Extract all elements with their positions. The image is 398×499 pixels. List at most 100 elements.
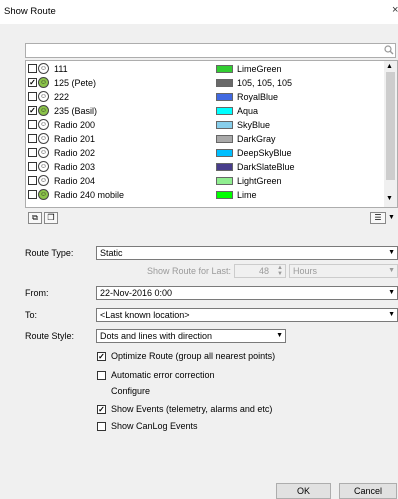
color-swatch[interactable] — [216, 191, 233, 199]
title-bar — [0, 0, 398, 24]
runner-icon: ☺ — [38, 175, 49, 186]
color-name: DarkSlateBlue — [237, 162, 295, 172]
list-item[interactable]: ☺ Radio 200 SkyBlue — [26, 119, 386, 131]
runner-icon: ☺ — [38, 189, 49, 200]
list-item[interactable]: ☺ Radio 204 LightGreen — [26, 175, 386, 187]
ok-button[interactable]: OK — [276, 483, 331, 499]
configure-link[interactable]: Configure — [111, 386, 150, 396]
route-name: Radio 203 — [54, 162, 96, 172]
route-checkbox[interactable] — [28, 92, 37, 101]
route-name: Radio 200 — [54, 120, 96, 130]
color-swatch[interactable] — [216, 121, 233, 129]
route-checkbox[interactable] — [28, 148, 37, 157]
list-menu-icon[interactable]: ☰ — [370, 212, 386, 224]
list-item[interactable]: ☺ Radio 203 DarkSlateBlue — [26, 161, 386, 173]
to-label: To: — [25, 310, 38, 320]
route-checkbox[interactable]: ✓ — [28, 106, 37, 115]
color-swatch[interactable] — [216, 149, 233, 157]
show-route-unit-value: Hours — [293, 266, 318, 276]
route-checkbox[interactable] — [28, 134, 37, 143]
color-name: DeepSkyBlue — [237, 148, 292, 158]
runner-icon: ☺ — [38, 161, 49, 172]
list-item[interactable]: ☺ Radio 240 mobile Lime — [26, 189, 386, 201]
route-name: Radio 204 — [54, 176, 96, 186]
route-checkbox[interactable] — [28, 190, 37, 199]
list-menu-dropdown-icon[interactable]: ▼ — [388, 214, 395, 221]
window-title: Show Route — [4, 6, 56, 17]
route-style-label: Route Style: — [25, 331, 75, 341]
runner-icon: ☺ — [38, 91, 49, 102]
route-name: 222 — [54, 92, 70, 102]
show-route-for-value: 48 — [258, 266, 269, 276]
show-route-for-spinner[interactable]: 48 ▲ ▼ — [234, 264, 286, 278]
scroll-up-icon[interactable]: ▲ — [386, 63, 393, 70]
optimize-route-label: Optimize Route (group all nearest points… — [111, 351, 276, 361]
runner-icon: ☺ — [38, 147, 49, 158]
scroll-down-icon[interactable]: ▼ — [386, 195, 393, 202]
chevron-down-icon: ▼ — [388, 267, 395, 274]
route-name: Radio 201 — [54, 134, 96, 144]
runner-icon: ☺ — [38, 105, 49, 116]
list-item[interactable]: ✓ ☺ 125 (Pete) 105, 105, 105 — [26, 77, 386, 89]
color-swatch[interactable] — [216, 163, 233, 171]
route-style-select[interactable]: Dots and lines with direction ▼ — [96, 329, 286, 343]
color-swatch[interactable] — [216, 79, 233, 87]
chevron-down-icon: ▼ — [388, 311, 395, 318]
color-name: LimeGreen — [237, 64, 282, 74]
list-item[interactable]: ☺ Radio 202 DeepSkyBlue — [26, 147, 386, 159]
route-checkbox[interactable] — [28, 176, 37, 185]
route-name: 111 — [54, 64, 68, 74]
close-icon[interactable]: × — [392, 4, 398, 16]
show-canlog-checkbox[interactable] — [97, 422, 106, 431]
to-date-field[interactable]: <Last known location> ▼ — [96, 308, 398, 322]
runner-icon: ☺ — [38, 63, 49, 74]
color-name: RoyalBlue — [237, 92, 279, 102]
route-name: Radio 240 mobile — [54, 190, 125, 200]
runner-icon: ☺ — [38, 119, 49, 130]
list-item[interactable]: ✓ ☺ 235 (Basil) Aqua — [26, 105, 386, 117]
auto-error-checkbox[interactable] — [97, 371, 106, 380]
chevron-down-icon: ▼ — [388, 289, 395, 296]
route-checkbox[interactable] — [28, 64, 37, 73]
route-name: 235 (Basil) — [54, 106, 98, 116]
route-name: 125 (Pete) — [54, 78, 97, 88]
search-input[interactable] — [25, 43, 396, 58]
route-list[interactable]: ☺ 111 LimeGreen ✓ ☺ 125 (Pete) 105, 105, 105 ☺ 2… — [25, 60, 398, 208]
list-item[interactable]: ☺ Radio 201 DarkGray — [26, 133, 386, 145]
route-checkbox[interactable] — [28, 120, 37, 129]
from-label: From: — [25, 288, 49, 298]
cancel-button[interactable]: Cancel — [339, 483, 397, 499]
color-swatch[interactable] — [216, 135, 233, 143]
color-swatch[interactable] — [216, 107, 233, 115]
auto-error-label: Automatic error correction — [111, 370, 215, 380]
from-value: 22-Nov-2016 0:00 — [100, 288, 173, 298]
route-checkbox[interactable] — [28, 162, 37, 171]
color-swatch[interactable] — [216, 65, 233, 73]
route-type-select[interactable]: Static ▼ — [96, 246, 398, 260]
scroll-thumb[interactable] — [386, 72, 395, 180]
color-swatch[interactable] — [216, 93, 233, 101]
show-events-checkbox[interactable]: ✓ — [97, 405, 106, 414]
search-icon[interactable] — [384, 45, 394, 55]
color-name: Lime — [237, 190, 257, 200]
show-canlog-label: Show CanLog Events — [111, 421, 198, 431]
list-item[interactable]: ☺ 111 LimeGreen — [26, 63, 386, 75]
collapse-all-icon[interactable]: ❐ — [44, 212, 58, 224]
chevron-down-icon: ▼ — [276, 332, 283, 339]
color-name: 105, 105, 105 — [237, 78, 293, 88]
show-route-for-label: Show Route for Last: — [147, 266, 232, 276]
runner-icon: ☺ — [38, 133, 49, 144]
to-value: <Last known location> — [100, 310, 190, 320]
from-date-field[interactable]: 22-Nov-2016 0:00 ▼ — [96, 286, 398, 300]
show-route-unit-select[interactable]: Hours ▼ — [289, 264, 398, 278]
show-events-label: Show Events (telemetry, alarms and etc) — [111, 404, 273, 414]
runner-icon: ☺ — [38, 77, 49, 88]
chevron-down-icon: ▼ — [388, 249, 395, 256]
color-swatch[interactable] — [216, 177, 233, 185]
spinner-arrows-icon[interactable]: ▲ ▼ — [277, 265, 283, 277]
list-item[interactable]: ☺ 222 RoyalBlue — [26, 91, 386, 103]
expand-all-icon[interactable]: ⧉ — [28, 212, 42, 224]
color-name: SkyBlue — [237, 120, 271, 130]
optimize-route-checkbox[interactable]: ✓ — [97, 352, 106, 361]
route-checkbox[interactable]: ✓ — [28, 78, 37, 87]
